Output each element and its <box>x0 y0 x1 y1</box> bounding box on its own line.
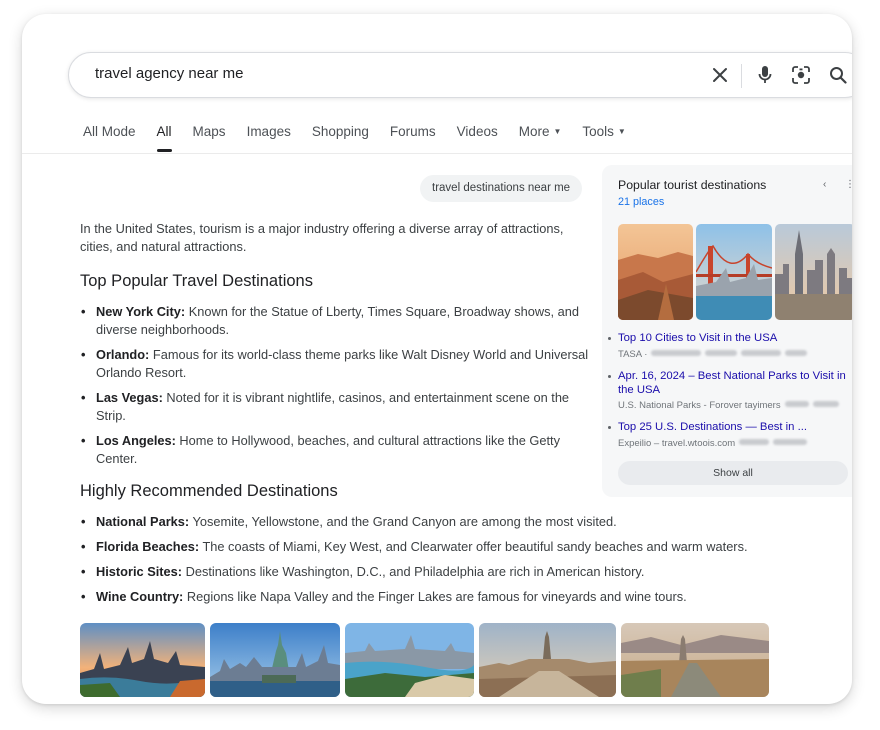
recommended-destinations-list: National Parks: Yosemite, Yellowstone, a… <box>80 513 780 613</box>
search-results-window: travel agency near me All Mode All Maps … <box>22 14 852 704</box>
canyon-image[interactable] <box>618 224 693 320</box>
search-bar-divider <box>741 64 742 88</box>
close-icon[interactable] <box>709 64 731 86</box>
related-search-chip[interactable]: travel destinations near me <box>420 175 583 202</box>
panel-title: Popular tourist destinations <box>618 178 767 192</box>
tabs-divider <box>22 153 852 154</box>
result-source: TASA · <box>618 349 852 360</box>
tab-images[interactable]: Images <box>247 124 291 152</box>
section-heading-top-popular: Top Popular Travel Destinations <box>80 272 313 290</box>
microphone-icon[interactable] <box>754 64 776 86</box>
list-item: Florida Beaches: The coasts of Miami, Ke… <box>80 538 780 556</box>
tab-all[interactable]: All <box>156 124 172 152</box>
golden-gate-bridge-image[interactable] <box>696 224 772 320</box>
show-all-button[interactable]: Show all <box>618 461 848 485</box>
statue-of-liberty-image[interactable] <box>210 623 340 697</box>
tab-all-mode[interactable]: All Mode <box>83 124 136 152</box>
camera-lens-icon[interactable] <box>790 64 812 86</box>
bullet-dot-icon <box>608 426 611 429</box>
list-item: Wine Country: Regions like Napa Valley a… <box>80 588 780 606</box>
intro-paragraph: In the United States, tourism is a major… <box>80 221 564 254</box>
city-boulevard-image[interactable] <box>621 623 769 697</box>
tab-more[interactable]: More ▼ <box>519 124 562 152</box>
list-item: Las Vegas: Noted for it is vibrant night… <box>80 389 590 425</box>
result-title-link[interactable]: Top 10 Cities to Visit in the USA <box>618 332 852 346</box>
more-vert-icon[interactable]: ⋮ <box>845 179 852 190</box>
result-source: U.S. National Parks - Forover tayimers <box>618 400 852 411</box>
panel-result[interactable]: Top 10 Cities to Visit in the USA TASA · <box>608 332 852 360</box>
result-source: Expeilio – travel.wtoois.com <box>618 438 852 449</box>
section-heading-highly-recommended: Highly Recommended Destinations <box>80 482 338 500</box>
list-item: Historic Sites: Destinations like Washin… <box>80 563 780 581</box>
tab-forums[interactable]: Forums <box>390 124 436 152</box>
panel-result[interactable]: Apr. 16, 2024 – Best National Parks to V… <box>608 370 852 411</box>
tab-tools[interactable]: Tools ▼ <box>582 124 625 152</box>
top-destinations-list: New York City: Known for the Statue of L… <box>80 303 590 475</box>
caret-down-icon: ▼ <box>553 127 562 136</box>
tab-shopping[interactable]: Shopping <box>312 124 369 152</box>
bullet-dot-icon <box>608 337 611 340</box>
list-item: Orlando: Famous for its world-class them… <box>80 346 590 382</box>
bullet-dot-icon <box>608 375 611 378</box>
result-title-link[interactable]: Top 25 U.S. Destinations — Best in ... <box>618 421 852 435</box>
search-icon[interactable] <box>827 64 849 86</box>
search-input[interactable]: travel agency near me <box>95 65 243 82</box>
caret-down-icon: ▼ <box>617 127 626 136</box>
list-item: Los Angeles: Home to Hollywood, beaches,… <box>80 432 590 468</box>
panel-result[interactable]: Top 25 U.S. Destinations — Best in ... ›… <box>608 421 852 449</box>
manhattan-skyline-image[interactable] <box>775 224 852 320</box>
list-item: National Parks: Yosemite, Yellowstone, a… <box>80 513 780 531</box>
coastal-city-image[interactable] <box>345 623 474 697</box>
search-bar[interactable]: travel agency near me <box>68 52 852 98</box>
result-title-link[interactable]: Apr. 16, 2024 – Best National Parks to V… <box>618 370 852 397</box>
list-item: New York City: Known for the Statue of L… <box>80 303 590 339</box>
chevron-left-icon[interactable]: ‹ <box>823 179 826 190</box>
city-skyline-image[interactable] <box>80 623 205 697</box>
capitol-city-image[interactable] <box>479 623 616 697</box>
search-tabs: All Mode All Maps Images Shopping Forums… <box>83 124 647 152</box>
popular-destinations-panel: Popular tourist destinations 21 places ‹… <box>602 165 852 497</box>
tab-maps[interactable]: Maps <box>193 124 226 152</box>
tab-videos[interactable]: Videos <box>457 124 498 152</box>
panel-place-count[interactable]: 21 places <box>618 196 664 208</box>
